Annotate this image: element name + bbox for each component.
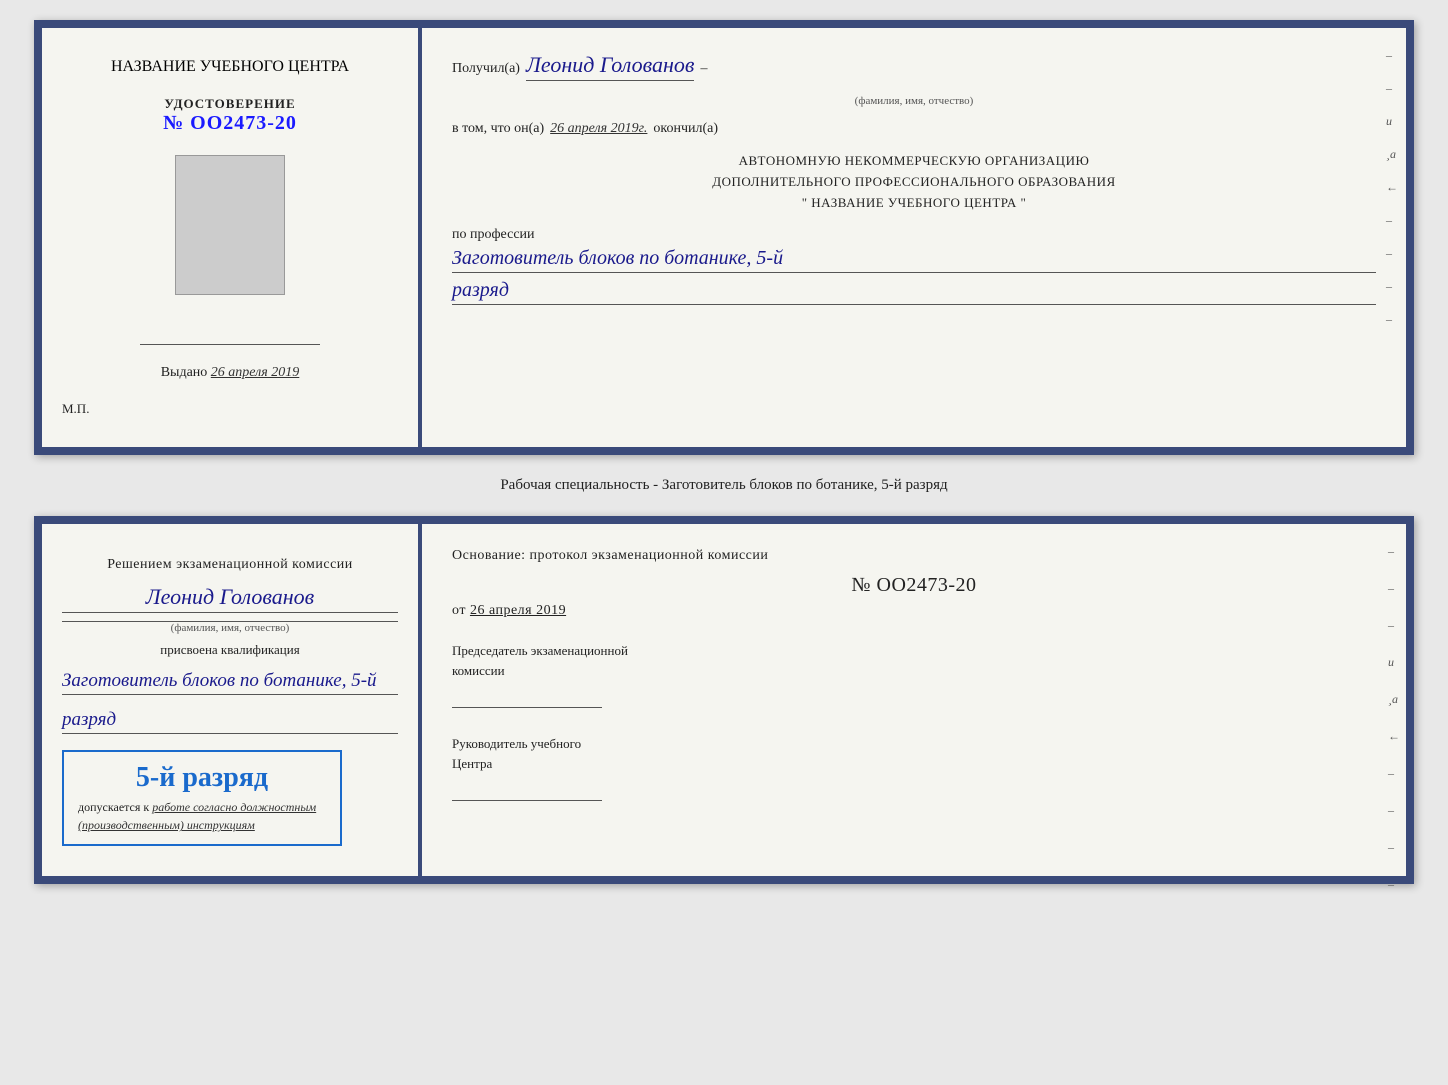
- bmark-k: ←: [1388, 729, 1400, 744]
- photo-placeholder: [175, 155, 285, 295]
- bmark5: –: [1388, 803, 1400, 818]
- mark5: –: [1386, 279, 1398, 294]
- bmark-i: и: [1388, 655, 1400, 670]
- side-marks-top: – – и ¸а ← – – – –: [1386, 48, 1398, 327]
- stamp-dopusk: допускается к работе согласно должностны…: [78, 798, 326, 834]
- recipient-name-top: Леонид Голованов: [526, 52, 694, 81]
- bmark4: –: [1388, 766, 1400, 781]
- ot-date-value: 26 апреля 2019: [470, 603, 566, 618]
- ot-label: от: [452, 603, 466, 618]
- stamp-rank: 5-й разряд: [78, 762, 326, 794]
- mark-a: ¸а: [1386, 147, 1398, 162]
- top-cert-right: Получил(а) Леонид Голованов – (фамилия, …: [422, 28, 1406, 447]
- bmark1: –: [1388, 544, 1400, 559]
- mark4: –: [1386, 246, 1398, 261]
- rukov-block: Руководитель учебного Центра: [452, 734, 1376, 801]
- bottom-certificate: Решением экзаменационной комиссии Леонид…: [34, 516, 1414, 884]
- po-professii-label: по профессии: [452, 227, 535, 242]
- razryad-name-top: разряд: [452, 279, 1376, 305]
- po-professii-block: по профессии Заготовитель блоков по бота…: [452, 227, 1376, 305]
- fio-caption-top: (фамилия, имя, отчество): [452, 95, 1376, 107]
- dopusk-italic1: работе согласно должностным: [152, 800, 316, 814]
- profession-name-top: Заготовитель блоков по ботанике, 5-й: [452, 247, 1376, 273]
- bmark7: –: [1388, 877, 1400, 892]
- udostoverenie-label: УДОСТОВЕРЕНИЕ: [163, 96, 297, 112]
- mark1: –: [1386, 48, 1398, 63]
- dopusk-prefix: допускается к: [78, 800, 149, 814]
- udostoverenie-block: УДОСТОВЕРЕНИЕ № OO2473-20: [163, 96, 297, 135]
- okonchil-label: окончил(а): [653, 121, 718, 137]
- specialty-label: Рабочая специальность - Заготовитель бло…: [500, 473, 947, 498]
- bottom-cert-left: Решением экзаменационной комиссии Леонид…: [42, 524, 422, 876]
- dopusk-italic2: (производственным) инструкциям: [78, 818, 255, 832]
- fio-caption-bottom: (фамилия, имя, отчество): [62, 621, 398, 634]
- ot-date: от 26 апреля 2019: [452, 603, 1376, 619]
- signature-line-top: [140, 325, 320, 345]
- poluchil-label: Получил(а): [452, 61, 520, 77]
- reshen-name: Леонид Голованов: [62, 584, 398, 613]
- osnovanie-block: Основание: протокол экзаменационной коми…: [452, 548, 1376, 619]
- rukov-sig-line: [452, 781, 602, 801]
- bmark-a: ¸а: [1388, 692, 1400, 707]
- chairman-block: Председатель экзаменационной комиссии: [452, 641, 1376, 708]
- mark-i: и: [1386, 114, 1398, 129]
- mp-label: М.П.: [62, 401, 89, 417]
- cert-number-top: № OO2473-20: [163, 112, 297, 135]
- bmark2: –: [1388, 581, 1400, 596]
- side-marks-bottom: – – – и ¸а ← – – – –: [1388, 544, 1400, 892]
- mark-k: ←: [1386, 180, 1398, 195]
- rukov-label2: Центра: [452, 754, 1376, 774]
- mark3: –: [1386, 213, 1398, 228]
- chairman-sig-line: [452, 688, 602, 708]
- avt-line3: " НАЗВАНИЕ УЧЕБНОГО ЦЕНТРА ": [452, 193, 1376, 214]
- avt-block: АВТОНОМНУЮ НЕКОММЕРЧЕСКУЮ ОРГАНИЗАЦИЮ ДО…: [452, 151, 1376, 213]
- dash-top: –: [700, 61, 707, 77]
- reshen-text: Решением экзаменационной комиссии: [62, 554, 398, 576]
- chairman-label2: комиссии: [452, 661, 1376, 681]
- bottom-cert-right: Основание: протокол экзаменационной коми…: [422, 524, 1406, 876]
- razryad-bot: разряд: [62, 709, 398, 734]
- v-tom-date: 26 апреля 2019г.: [550, 121, 647, 137]
- vydano-label: Выдано: [161, 365, 208, 380]
- rukov-label1: Руководитель учебного: [452, 734, 1376, 754]
- prisvoena-text: присвоена квалификация: [62, 642, 398, 658]
- v-tom-label: в том, что он(а): [452, 121, 544, 137]
- bmark6: –: [1388, 840, 1400, 855]
- chairman-label1: Председатель экзаменационной: [452, 641, 1376, 661]
- vydano-date: 26 апреля 2019: [211, 365, 299, 380]
- bmark3: –: [1388, 618, 1400, 633]
- top-certificate: НАЗВАНИЕ УЧЕБНОГО ЦЕНТРА УДОСТОВЕРЕНИЕ №…: [34, 20, 1414, 455]
- avt-line1: АВТОНОМНУЮ НЕКОММЕРЧЕСКУЮ ОРГАНИЗАЦИЮ: [452, 151, 1376, 172]
- vydano-block: Выдано 26 апреля 2019: [161, 365, 300, 381]
- avt-line2: ДОПОЛНИТЕЛЬНОГО ПРОФЕССИОНАЛЬНОГО ОБРАЗО…: [452, 172, 1376, 193]
- v-tom-line: в том, что он(а) 26 апреля 2019г. окончи…: [452, 121, 1376, 137]
- mark2: –: [1386, 81, 1398, 96]
- mark6: –: [1386, 312, 1398, 327]
- top-cert-left: НАЗВАНИЕ УЧЕБНОГО ЦЕНТРА УДОСТОВЕРЕНИЕ №…: [42, 28, 422, 447]
- bottom-left-content: Решением экзаменационной комиссии Леонид…: [62, 554, 398, 846]
- prot-number: № OO2473-20: [452, 574, 1376, 597]
- kval-name: Заготовитель блоков по ботанике, 5-й: [62, 670, 398, 695]
- stamp-box: 5-й разряд допускается к работе согласно…: [62, 750, 342, 846]
- poluchil-line: Получил(а) Леонид Голованов –: [452, 52, 1376, 81]
- training-center-title: НАЗВАНИЕ УЧЕБНОГО ЦЕНТРА: [111, 58, 349, 76]
- osnovanie-label: Основание: протокол экзаменационной коми…: [452, 548, 768, 563]
